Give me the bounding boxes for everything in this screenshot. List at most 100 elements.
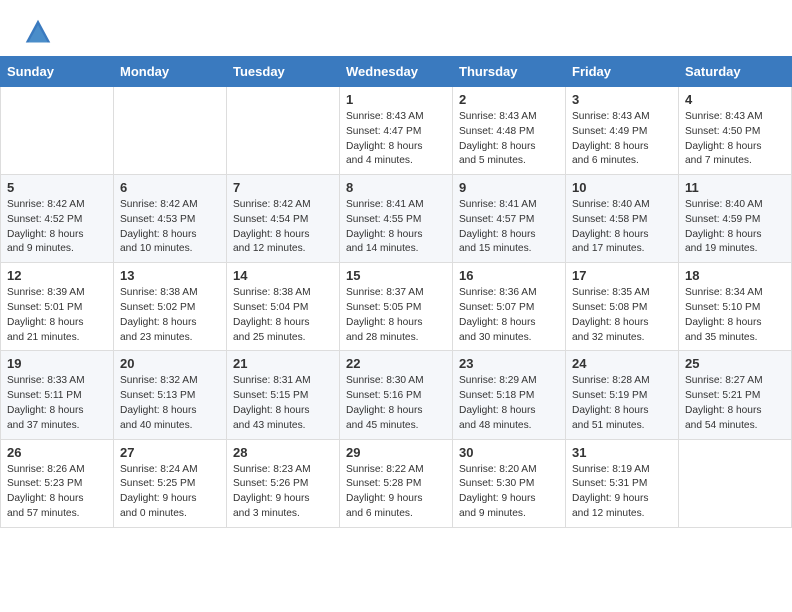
day-number: 23	[459, 356, 559, 371]
day-info: Sunrise: 8:41 AM Sunset: 4:57 PM Dayligh…	[459, 198, 559, 257]
calendar-cell: 18Sunrise: 8:34 AM Sunset: 5:10 PM Dayli…	[679, 263, 792, 351]
day-info: Sunrise: 8:23 AM Sunset: 5:26 PM Dayligh…	[233, 463, 333, 522]
day-number: 29	[346, 445, 446, 460]
day-info: Sunrise: 8:43 AM Sunset: 4:47 PM Dayligh…	[346, 110, 446, 169]
day-info: Sunrise: 8:40 AM Sunset: 4:59 PM Dayligh…	[685, 198, 785, 257]
day-info: Sunrise: 8:20 AM Sunset: 5:30 PM Dayligh…	[459, 463, 559, 522]
day-number: 26	[7, 445, 107, 460]
day-info: Sunrise: 8:42 AM Sunset: 4:54 PM Dayligh…	[233, 198, 333, 257]
calendar-cell: 24 Sunrise: 8:28 AM Sunset: 5:19 PM Dayli…	[566, 351, 679, 439]
day-number: 4	[685, 92, 785, 107]
calendar-week-row: 5Sunrise: 8:42 AM Sunset: 4:52 PM Daylig…	[1, 175, 792, 263]
day-info: Sunrise: 8:29 AM Sunset: 5:18 PM Dayligh…	[459, 374, 559, 433]
day-of-week-header: Thursday	[453, 57, 566, 87]
calendar-cell: 29 Sunrise: 8:22 AM Sunset: 5:28 PM Dayli…	[340, 439, 453, 527]
day-number: 21	[233, 356, 333, 371]
day-number: 11	[685, 180, 785, 195]
day-info: Sunrise: 8:33 AM Sunset: 5:11 PM Dayligh…	[7, 374, 107, 433]
calendar-cell	[114, 87, 227, 175]
day-number: 27	[120, 445, 220, 460]
day-info: Sunrise: 8:43 AM Sunset: 4:48 PM Dayligh…	[459, 110, 559, 169]
day-info: Sunrise: 8:42 AM Sunset: 4:53 PM Dayligh…	[120, 198, 220, 257]
calendar-cell: 7 Sunrise: 8:42 AM Sunset: 4:54 PM Daylig…	[227, 175, 340, 263]
day-info: Sunrise: 8:43 AM Sunset: 4:49 PM Dayligh…	[572, 110, 672, 169]
day-info: Sunrise: 8:22 AM Sunset: 5:28 PM Dayligh…	[346, 463, 446, 522]
calendar-cell: 9 Sunrise: 8:41 AM Sunset: 4:57 PM Daylig…	[453, 175, 566, 263]
calendar-cell: 25 Sunrise: 8:27 AM Sunset: 5:21 PM Dayli…	[679, 351, 792, 439]
day-info: Sunrise: 8:37 AM Sunset: 5:05 PM Dayligh…	[346, 286, 446, 345]
day-info: Sunrise: 8:31 AM Sunset: 5:15 PM Dayligh…	[233, 374, 333, 433]
day-info: Sunrise: 8:43 AM Sunset: 4:50 PM Dayligh…	[685, 110, 785, 169]
day-number: 6	[120, 180, 220, 195]
calendar-cell	[679, 439, 792, 527]
calendar-cell: 5Sunrise: 8:42 AM Sunset: 4:52 PM Daylig…	[1, 175, 114, 263]
day-info: Sunrise: 8:35 AM Sunset: 5:08 PM Dayligh…	[572, 286, 672, 345]
calendar-week-row: 19 Sunrise: 8:33 AM Sunset: 5:11 PM Dayli…	[1, 351, 792, 439]
day-number: 14	[233, 268, 333, 283]
day-number: 30	[459, 445, 559, 460]
day-number: 13	[120, 268, 220, 283]
day-number: 25	[685, 356, 785, 371]
day-number: 17	[572, 268, 672, 283]
calendar-cell: 15 Sunrise: 8:37 AM Sunset: 5:05 PM Dayli…	[340, 263, 453, 351]
calendar-cell: 2 Sunrise: 8:43 AM Sunset: 4:48 PM Daylig…	[453, 87, 566, 175]
day-number: 28	[233, 445, 333, 460]
calendar-week-row: 12 Sunrise: 8:39 AM Sunset: 5:01 PM Dayli…	[1, 263, 792, 351]
day-number: 15	[346, 268, 446, 283]
calendar-cell: 21 Sunrise: 8:31 AM Sunset: 5:15 PM Dayli…	[227, 351, 340, 439]
calendar-cell: 12 Sunrise: 8:39 AM Sunset: 5:01 PM Dayli…	[1, 263, 114, 351]
day-number: 22	[346, 356, 446, 371]
day-of-week-header: Friday	[566, 57, 679, 87]
calendar-table: SundayMondayTuesdayWednesdayThursdayFrid…	[0, 56, 792, 528]
calendar-cell: 8Sunrise: 8:41 AM Sunset: 4:55 PM Daylig…	[340, 175, 453, 263]
calendar-cell: 13 Sunrise: 8:38 AM Sunset: 5:02 PM Dayli…	[114, 263, 227, 351]
day-of-week-header: Saturday	[679, 57, 792, 87]
calendar-cell: 19 Sunrise: 8:33 AM Sunset: 5:11 PM Dayli…	[1, 351, 114, 439]
calendar-cell: 22Sunrise: 8:30 AM Sunset: 5:16 PM Dayli…	[340, 351, 453, 439]
day-number: 12	[7, 268, 107, 283]
calendar-cell: 31 Sunrise: 8:19 AM Sunset: 5:31 PM Dayli…	[566, 439, 679, 527]
day-info: Sunrise: 8:39 AM Sunset: 5:01 PM Dayligh…	[7, 286, 107, 345]
calendar-cell: 10Sunrise: 8:40 AM Sunset: 4:58 PM Dayli…	[566, 175, 679, 263]
day-number: 19	[7, 356, 107, 371]
day-info: Sunrise: 8:36 AM Sunset: 5:07 PM Dayligh…	[459, 286, 559, 345]
day-number: 18	[685, 268, 785, 283]
day-info: Sunrise: 8:32 AM Sunset: 5:13 PM Dayligh…	[120, 374, 220, 433]
day-info: Sunrise: 8:19 AM Sunset: 5:31 PM Dayligh…	[572, 463, 672, 522]
day-info: Sunrise: 8:28 AM Sunset: 5:19 PM Dayligh…	[572, 374, 672, 433]
day-info: Sunrise: 8:27 AM Sunset: 5:21 PM Dayligh…	[685, 374, 785, 433]
calendar-cell: 4 Sunrise: 8:43 AM Sunset: 4:50 PM Daylig…	[679, 87, 792, 175]
day-number: 16	[459, 268, 559, 283]
day-number: 2	[459, 92, 559, 107]
calendar-cell: 30 Sunrise: 8:20 AM Sunset: 5:30 PM Dayli…	[453, 439, 566, 527]
day-number: 7	[233, 180, 333, 195]
calendar-cell: 28 Sunrise: 8:23 AM Sunset: 5:26 PM Dayli…	[227, 439, 340, 527]
calendar-cell: 14 Sunrise: 8:38 AM Sunset: 5:04 PM Dayli…	[227, 263, 340, 351]
calendar-cell: 6 Sunrise: 8:42 AM Sunset: 4:53 PM Daylig…	[114, 175, 227, 263]
logo-icon	[24, 18, 52, 46]
day-number: 10	[572, 180, 672, 195]
day-info: Sunrise: 8:24 AM Sunset: 5:25 PM Dayligh…	[120, 463, 220, 522]
day-number: 3	[572, 92, 672, 107]
day-of-week-header: Tuesday	[227, 57, 340, 87]
day-info: Sunrise: 8:26 AM Sunset: 5:23 PM Dayligh…	[7, 463, 107, 522]
day-number: 9	[459, 180, 559, 195]
day-of-week-header: Monday	[114, 57, 227, 87]
day-number: 1	[346, 92, 446, 107]
day-number: 8	[346, 180, 446, 195]
day-number: 24	[572, 356, 672, 371]
calendar-week-row: 26 Sunrise: 8:26 AM Sunset: 5:23 PM Dayli…	[1, 439, 792, 527]
calendar-cell: 11 Sunrise: 8:40 AM Sunset: 4:59 PM Dayli…	[679, 175, 792, 263]
calendar-week-row: 1 Sunrise: 8:43 AM Sunset: 4:47 PM Daylig…	[1, 87, 792, 175]
day-number: 31	[572, 445, 672, 460]
calendar-cell	[227, 87, 340, 175]
calendar-header-row: SundayMondayTuesdayWednesdayThursdayFrid…	[1, 57, 792, 87]
day-of-week-header: Sunday	[1, 57, 114, 87]
calendar-cell: 3 Sunrise: 8:43 AM Sunset: 4:49 PM Daylig…	[566, 87, 679, 175]
day-info: Sunrise: 8:38 AM Sunset: 5:04 PM Dayligh…	[233, 286, 333, 345]
calendar-cell: 23 Sunrise: 8:29 AM Sunset: 5:18 PM Dayli…	[453, 351, 566, 439]
day-number: 20	[120, 356, 220, 371]
day-info: Sunrise: 8:38 AM Sunset: 5:02 PM Dayligh…	[120, 286, 220, 345]
calendar-cell	[1, 87, 114, 175]
calendar-cell: 20 Sunrise: 8:32 AM Sunset: 5:13 PM Dayli…	[114, 351, 227, 439]
